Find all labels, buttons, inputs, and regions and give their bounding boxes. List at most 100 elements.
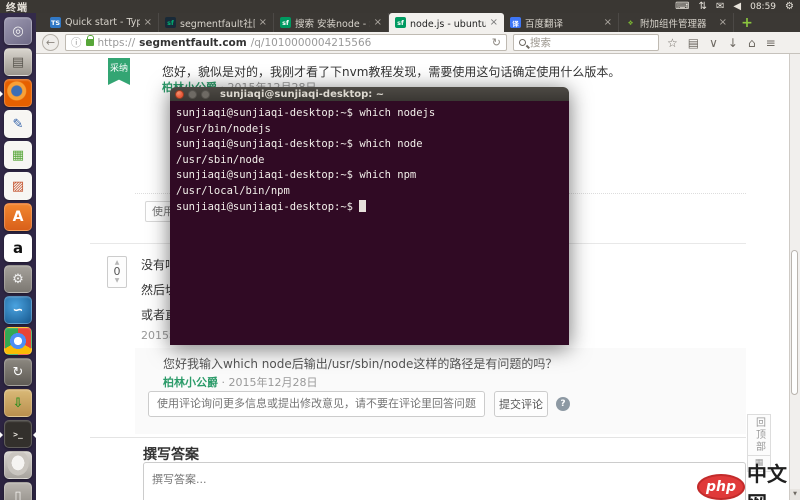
volume-indicator-icon[interactable]: ◀ <box>733 1 741 12</box>
scrollbar-thumb[interactable] <box>791 250 798 395</box>
tab-close-icon[interactable]: × <box>719 17 727 28</box>
tab-addons-manager[interactable]: ❖ 附加组件管理器 × <box>619 13 734 32</box>
launcher-item-disks[interactable] <box>4 451 32 479</box>
firefox-window: TS Quick start - TypeSc... × sf segmentf… <box>36 13 800 500</box>
tab-title: 搜索 安装node - Seg... <box>295 18 370 30</box>
search-icon <box>519 39 526 46</box>
accepted-answer-badge: 采纳 <box>108 58 130 85</box>
minimize-icon[interactable] <box>188 89 197 99</box>
home-icon[interactable]: ⌂ <box>748 36 756 50</box>
unity-launcher: ◎ ▤ ✎ ▦ ▨ A a ⚙ ∽ ↻ ⇩ >_ ▯ <box>0 13 37 500</box>
search-placeholder: 搜索 <box>530 37 551 49</box>
help-icon[interactable]: ? <box>556 397 570 411</box>
launcher-item-system-settings[interactable]: ⚙ <box>4 265 32 293</box>
launcher-item-package-installer[interactable]: ⇩ <box>4 389 32 417</box>
network-indicator-icon[interactable]: ⇅ <box>699 1 707 12</box>
tab-close-icon[interactable]: × <box>374 17 382 28</box>
launcher-item-libreoffice-calc[interactable]: ▦ <box>4 141 32 169</box>
terminal-titlebar[interactable]: sunjiaqi@sunjiaqi-desktop: ~ <box>170 87 569 101</box>
launcher-item-thunderbird[interactable]: ∽ <box>4 296 32 324</box>
comment-input[interactable] <box>148 391 485 417</box>
files-icon: ▤ <box>11 54 25 70</box>
submit-comment-button[interactable]: 提交评论 <box>494 391 548 417</box>
launcher-item-files[interactable]: ▤ <box>4 48 32 76</box>
tab-close-icon[interactable]: × <box>259 17 267 28</box>
pocket-icon[interactable]: ∨ <box>709 36 718 50</box>
tab-close-icon[interactable]: × <box>144 17 152 28</box>
launcher-item-amazon[interactable]: a <box>4 234 32 262</box>
baidu-translate-favicon: 译 <box>510 17 521 28</box>
tab-quick-start[interactable]: TS Quick start - TypeSc... × <box>44 13 159 32</box>
focused-indicator <box>29 431 37 439</box>
launcher-item-terminal[interactable]: >_ <box>0 420 37 448</box>
back-button[interactable]: ← <box>42 34 59 51</box>
comment-byline: 柏林小公爵 · 2015年12月28日 <box>163 374 318 390</box>
segmentfault-favicon: sf <box>165 17 176 28</box>
close-icon[interactable] <box>175 89 184 99</box>
tab-title: segmentfault社区_... <box>180 18 255 30</box>
messages-indicator-icon[interactable]: ✉ <box>716 1 724 12</box>
launcher-item-libreoffice-impress[interactable]: ▨ <box>4 172 32 200</box>
launcher-item-dash-home[interactable]: ◎ <box>4 17 32 45</box>
terminal-output[interactable]: sunjiaqi@sunjiaqi-desktop:~$ which nodej… <box>170 101 569 345</box>
downloads-icon[interactable]: ↓ <box>728 36 738 50</box>
focused-app-title: 终端 <box>6 3 28 14</box>
page-info-icon[interactable]: ⓘ <box>71 35 82 50</box>
reload-icon[interactable]: ↻ <box>492 36 501 49</box>
vote-widget: ▲ 0 ▼ <box>107 256 127 288</box>
write-answer-heading: 撰写答案 <box>143 447 199 463</box>
terminal-line: /usr/local/bin/npm <box>176 184 290 197</box>
hamburger-menu-icon[interactable]: ≡ <box>766 36 776 50</box>
back-to-top-button[interactable]: 回顶部 <box>747 414 771 456</box>
launcher-item-software-center[interactable]: A <box>4 203 32 231</box>
keyboard-indicator-icon[interactable]: ⌨ <box>675 1 689 12</box>
author-link[interactable]: 柏林小公爵 <box>163 376 218 389</box>
terminal-line: sunjiaqi@sunjiaqi-desktop:~$ which nodej… <box>176 107 436 119</box>
terminal-prompt-line: sunjiaqi@sunjiaqi-desktop:~$ <box>176 199 563 216</box>
https-lock-icon <box>85 35 94 46</box>
url-host: segmentfault.com <box>139 36 247 49</box>
dash-home-icon: ◎ <box>12 23 24 39</box>
url-bar[interactable]: ⓘ https://segmentfault.com/q/10100000042… <box>65 34 507 51</box>
launcher-item-chromium[interactable] <box>4 327 32 355</box>
vote-down-icon[interactable]: ▼ <box>115 278 120 284</box>
tab-search-node[interactable]: sf 搜索 安装node - Seg... × <box>274 13 389 32</box>
package-installer-icon: ⇩ <box>12 395 24 411</box>
launcher-item-software-updater[interactable]: ↻ <box>4 358 32 386</box>
maximize-icon[interactable] <box>201 89 210 99</box>
terminal-icon: >_ <box>13 429 23 439</box>
launcher-item-firefox[interactable] <box>0 79 32 107</box>
page-content: 采纳 您好，貌似是对的，我刚才看了下nvm教程发现，需要使用这句话确定使用什么版… <box>36 54 800 500</box>
libreoffice-impress-icon: ▨ <box>11 178 25 194</box>
bookmark-star-icon[interactable]: ☆ <box>667 36 678 50</box>
tab-close-icon[interactable]: × <box>490 17 498 28</box>
tab-baidu-translate[interactable]: 译 百度翻译 × <box>504 13 619 32</box>
bookmarks-menu-icon[interactable]: ▤ <box>688 36 699 50</box>
tab-close-icon[interactable]: × <box>604 17 612 28</box>
session-gear-icon[interactable]: ⚙ <box>785 1 794 12</box>
running-indicator <box>0 431 7 439</box>
tab-title: Quick start - TypeSc... <box>65 17 140 28</box>
segmentfault-favicon: sf <box>395 17 406 28</box>
tab-segmentfault-home[interactable]: sf segmentfault社区_... × <box>159 13 274 32</box>
launcher-item-libreoffice-writer[interactable]: ✎ <box>4 110 32 138</box>
navigation-toolbar: ← ⓘ https://segmentfault.com/q/101000000… <box>36 32 800 54</box>
addons-puzzle-favicon: ❖ <box>625 17 636 28</box>
system-settings-icon: ⚙ <box>12 271 24 287</box>
php-logo-text: 中文网 <box>747 462 788 500</box>
php-cn-watermark[interactable]: php 中文网 <box>697 458 800 500</box>
launcher-item-trash[interactable]: ▯ <box>4 482 32 500</box>
terminal-prompt: sunjiaqi@sunjiaqi-desktop:~$ <box>176 200 360 213</box>
software-center-icon: A <box>12 209 24 225</box>
tab-nodejs-question[interactable]: sf node.js - ubuntu下明... × <box>389 13 504 32</box>
answer-textarea[interactable] <box>143 462 746 500</box>
url-path: /q/1010000004215566 <box>250 36 372 49</box>
amazon-icon: a <box>12 239 24 257</box>
tab-title: node.js - ubuntu下明... <box>410 18 486 30</box>
search-bar[interactable]: 搜索 <box>513 34 659 51</box>
ubuntu-desktop: 终端 ⌨ ⇅ ✉ ◀ 08:59 ⚙ ◎ ▤ ✎ ▦ ▨ A a ⚙ ∽ ↻ ⇩… <box>0 0 800 500</box>
new-tab-button[interactable]: + <box>734 13 760 32</box>
clock[interactable]: 08:59 <box>750 2 776 12</box>
terminal-line: /usr/sbin/node <box>176 153 265 166</box>
terminal-line: sunjiaqi@sunjiaqi-desktop:~$ which npm <box>176 169 417 182</box>
